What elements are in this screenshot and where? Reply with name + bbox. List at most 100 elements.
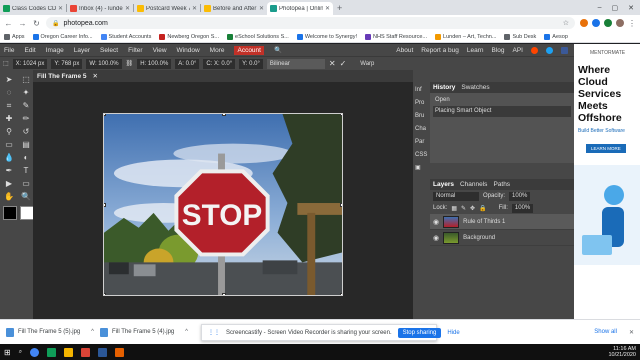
height-field[interactable]: H: 100.0% (137, 58, 172, 69)
layer-row[interactable]: ◉ Rule of Thirds 1 (430, 214, 574, 230)
panel-paragraph[interactable]: Par (413, 137, 429, 147)
hide-button[interactable]: Hide (447, 330, 459, 336)
move-tool-icon[interactable]: ⬚ (3, 60, 9, 67)
skew-y-field[interactable]: Y: 0.0° (239, 58, 263, 69)
bookmark-item[interactable]: Aesop (544, 33, 568, 40)
transform-handle[interactable] (104, 293, 106, 295)
move-tool-icon[interactable]: ➤ (1, 74, 17, 86)
app-icon[interactable] (47, 347, 57, 357)
visibility-eye-icon[interactable]: ◉ (433, 218, 439, 226)
extension-icon[interactable] (604, 19, 612, 27)
bookmark-item[interactable]: NHS Staff Resource... (365, 33, 427, 40)
shape-tool-icon[interactable]: ▭ (18, 178, 34, 190)
interpolation-select[interactable]: Bilinear (266, 58, 325, 69)
y-field[interactable]: Y: 768 px (51, 58, 83, 69)
ad-cta-button[interactable]: LEARN MORE (586, 144, 626, 153)
reload-icon[interactable]: ↻ (32, 19, 41, 28)
lock-icon[interactable]: 🔒 (52, 20, 59, 27)
foreground-color[interactable] (3, 206, 17, 220)
menu-dots-icon[interactable]: ⋮ (628, 19, 636, 28)
menu-more[interactable]: More (210, 47, 225, 54)
report-bug-link[interactable]: Report a bug (421, 47, 459, 54)
blog-link[interactable]: Blog (492, 47, 505, 54)
app-icon[interactable] (98, 347, 108, 357)
panel-properties[interactable]: Pro (413, 98, 429, 108)
close-downloads-icon[interactable]: ✕ (629, 329, 634, 336)
transform-handle[interactable] (340, 203, 342, 207)
transform-handle[interactable] (222, 114, 226, 116)
bookmark-item[interactable]: Oregon Career Info... (32, 33, 93, 40)
menu-layer[interactable]: Layer (74, 47, 90, 54)
menu-file[interactable]: File (4, 47, 14, 54)
close-icon[interactable]: ✕ (58, 5, 63, 12)
gradient-icon[interactable]: ▤ (18, 139, 34, 151)
bookmark-item[interactable]: Newberg Oregon S... (159, 33, 219, 40)
bookmark-item[interactable]: Sub Desk (504, 33, 536, 40)
panel-info[interactable]: Inf (413, 85, 429, 95)
path-select-icon[interactable]: ▶ (1, 178, 17, 190)
dodge-icon[interactable]: ◐ (18, 152, 34, 164)
x-field[interactable]: X: 1024 px (12, 58, 48, 69)
commit-transform-icon[interactable]: ✓ (340, 59, 347, 68)
doc-tab[interactable]: Fill The Frame 5 (37, 73, 87, 80)
fill-field[interactable]: 100% (511, 203, 534, 213)
panel-character[interactable]: Cha (413, 124, 429, 134)
close-icon[interactable]: ✕ (259, 5, 264, 12)
tab-layers[interactable]: Layers (433, 181, 454, 188)
warp-button[interactable]: Warp (360, 61, 374, 67)
skew-x-field[interactable]: C: X: 0.0° (203, 58, 236, 69)
about-link[interactable]: About (396, 47, 413, 54)
lock-transparency-icon[interactable]: ▦ (451, 205, 457, 212)
menu-filter[interactable]: Filter (128, 47, 142, 54)
extension-icon[interactable] (580, 19, 588, 27)
stop-sharing-button[interactable]: Stop sharing (397, 327, 442, 338)
panel-css[interactable]: CSS (413, 150, 429, 160)
search-icon[interactable]: ⌕ (19, 349, 22, 356)
chevron-up-icon[interactable]: ^ (185, 329, 188, 335)
tab-paths[interactable]: Paths (493, 181, 510, 188)
twitter-icon[interactable] (546, 46, 553, 54)
browser-tab[interactable]: Inbox (4) - lundent@newberg✕ (67, 2, 133, 15)
windows-start-icon[interactable]: ⊞ (4, 348, 11, 357)
canvas-workspace[interactable]: STOP (33, 82, 413, 332)
system-clock[interactable]: 11:16 AM 10/21/2020 (608, 346, 636, 358)
show-all-link[interactable]: Show all (594, 329, 617, 335)
visibility-eye-icon[interactable]: ◉ (433, 234, 439, 242)
transform-handle[interactable] (104, 114, 106, 116)
healing-icon[interactable]: ✚ (1, 113, 17, 125)
ad-banner[interactable]: MENTORMATE Where Cloud Services Meets Of… (574, 44, 640, 319)
close-icon[interactable]: ✕ (125, 5, 130, 12)
crop-tool-icon[interactable]: ⌗ (1, 100, 17, 112)
browser-tab[interactable]: Postcard Week 7 CDL - Google✕ (134, 2, 200, 15)
download-item[interactable]: Fill The Frame 5 (4).jpg ^ (100, 327, 188, 337)
menu-image[interactable]: Image (46, 47, 64, 54)
minimize-button[interactable]: – (598, 4, 602, 12)
maximize-button[interactable]: ▢ (612, 4, 619, 12)
lock-all-icon[interactable]: 🔒 (479, 205, 486, 212)
extension-icon[interactable] (592, 19, 600, 27)
url-input[interactable]: 🔒 photopea.com ☆ (46, 17, 575, 29)
lock-position-icon[interactable]: ✥ (470, 205, 475, 212)
bookmark-item[interactable]: Lunden – Art, Techn... (435, 33, 496, 40)
canvas-image[interactable]: STOP (103, 113, 343, 296)
opacity-field[interactable]: 100% (509, 191, 531, 201)
bookmark-item[interactable]: Student Accounts (100, 33, 151, 40)
menu-window[interactable]: Window (177, 47, 200, 54)
close-icon[interactable]: ✕ (325, 5, 330, 12)
app-icon[interactable] (115, 347, 125, 357)
back-icon[interactable]: ← (4, 19, 13, 28)
marquee-tool-icon[interactable]: ⬚ (18, 74, 34, 86)
background-color[interactable] (20, 206, 34, 220)
transform-handle[interactable] (340, 293, 342, 295)
app-icon[interactable] (81, 347, 91, 357)
tab-history[interactable]: History (433, 84, 455, 91)
chrome-icon[interactable] (30, 347, 40, 357)
menu-view[interactable]: View (153, 47, 167, 54)
bookmark-item[interactable]: Welcome to Synergy! (296, 33, 357, 40)
panel-brush[interactable]: Bru (413, 111, 429, 121)
link-icon[interactable]: ⛓ (126, 60, 134, 67)
transform-handle[interactable] (340, 114, 342, 116)
transform-handle[interactable] (222, 293, 226, 295)
learn-link[interactable]: Learn (467, 47, 484, 54)
menu-edit[interactable]: Edit (24, 47, 35, 54)
